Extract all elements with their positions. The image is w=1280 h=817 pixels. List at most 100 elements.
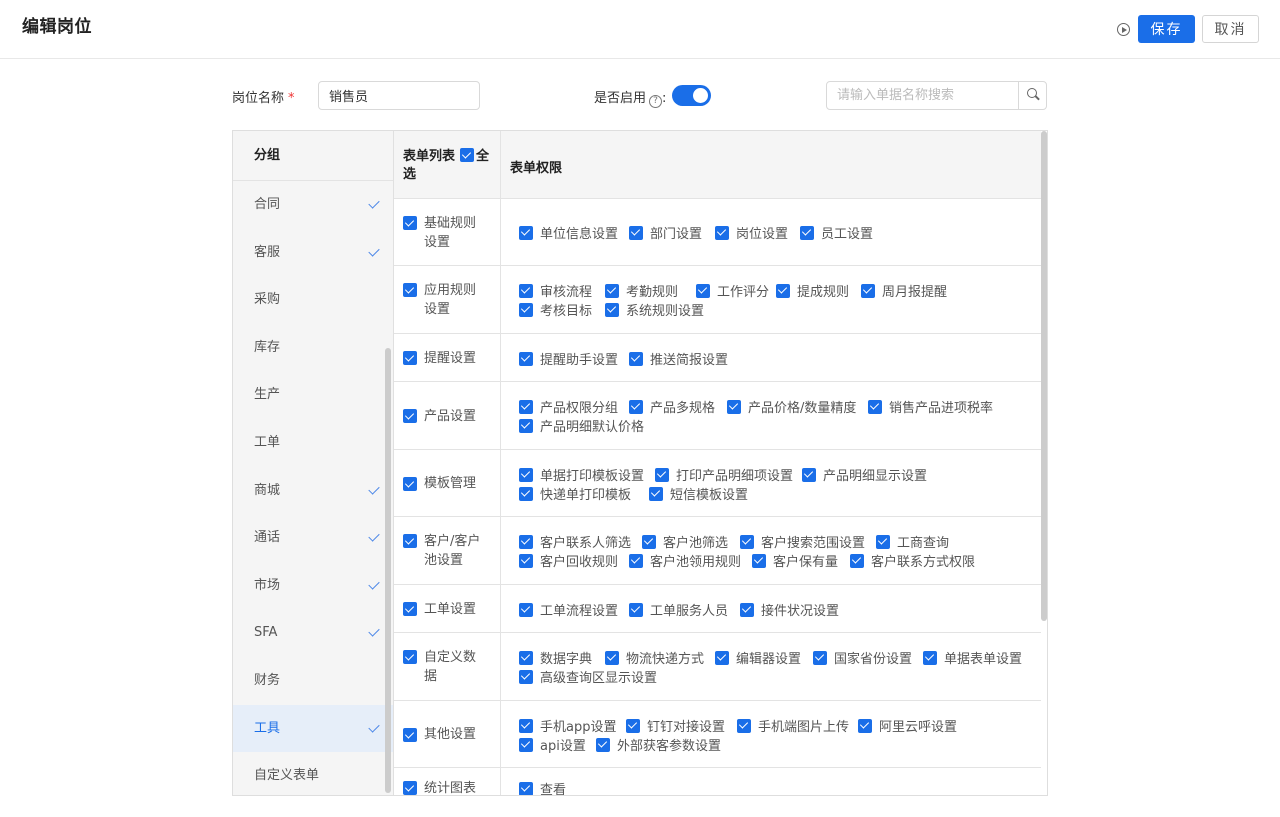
permission-checkbox[interactable] bbox=[629, 553, 643, 568]
permission-checkbox[interactable] bbox=[519, 467, 533, 482]
permission-option[interactable]: 物流快递方式 bbox=[605, 648, 704, 667]
form-checkbox[interactable] bbox=[403, 602, 417, 616]
permission-option[interactable]: 查看 bbox=[519, 779, 566, 795]
permission-checkbox[interactable] bbox=[626, 718, 640, 733]
permission-option[interactable]: 手机端图片上传 bbox=[737, 716, 849, 735]
form-checkbox[interactable] bbox=[403, 283, 417, 297]
permission-checkbox[interactable] bbox=[519, 669, 533, 684]
permission-checkbox[interactable] bbox=[649, 486, 663, 501]
permission-option[interactable]: 手机app设置 bbox=[519, 716, 616, 735]
permission-option[interactable]: 提成规则 bbox=[776, 281, 849, 300]
permission-checkbox[interactable] bbox=[605, 302, 619, 317]
permission-option[interactable]: 工作评分 bbox=[696, 281, 769, 300]
permission-option[interactable]: 工商查询 bbox=[876, 532, 949, 551]
permission-checkbox[interactable] bbox=[727, 399, 741, 414]
sidebar-item[interactable]: 市场 bbox=[233, 562, 393, 610]
permission-checkbox[interactable] bbox=[740, 534, 754, 549]
permission-checkbox[interactable] bbox=[519, 650, 533, 665]
form-checkbox[interactable] bbox=[403, 781, 417, 795]
help-circle-icon[interactable]: ? bbox=[649, 95, 663, 108]
permission-checkbox[interactable] bbox=[715, 650, 729, 665]
permission-checkbox[interactable] bbox=[629, 602, 643, 617]
permission-option[interactable]: 岗位设置 bbox=[715, 223, 788, 242]
permission-checkbox[interactable] bbox=[802, 467, 816, 482]
sidebar-item[interactable]: 通话 bbox=[233, 514, 393, 562]
permission-checkbox[interactable] bbox=[519, 399, 533, 414]
cancel-button[interactable]: 取消 bbox=[1202, 15, 1259, 43]
permission-checkbox[interactable] bbox=[715, 225, 729, 240]
permission-checkbox[interactable] bbox=[519, 486, 533, 501]
permission-option[interactable]: 产品权限分组 bbox=[519, 397, 618, 416]
permission-checkbox[interactable] bbox=[800, 225, 814, 240]
form-checkbox[interactable] bbox=[403, 351, 417, 365]
form-checkbox[interactable] bbox=[403, 650, 417, 664]
form-checkbox[interactable] bbox=[403, 477, 417, 491]
permission-option[interactable]: 编辑器设置 bbox=[715, 648, 801, 667]
permission-option[interactable]: 短信模板设置 bbox=[649, 484, 748, 503]
permission-option[interactable]: 客户保有量 bbox=[752, 551, 838, 570]
permission-checkbox[interactable] bbox=[519, 718, 533, 733]
sidebar-item[interactable]: 客服 bbox=[233, 229, 393, 277]
permission-option[interactable]: 客户回收规则 bbox=[519, 551, 618, 570]
permission-checkbox[interactable] bbox=[655, 467, 669, 482]
permission-option[interactable]: 单据表单设置 bbox=[923, 648, 1022, 667]
permission-checkbox[interactable] bbox=[740, 602, 754, 617]
sidebar-item[interactable]: 采购 bbox=[233, 276, 393, 324]
search-input[interactable] bbox=[827, 82, 1019, 109]
sidebar-item[interactable]: 合同 bbox=[233, 181, 393, 229]
permission-checkbox[interactable] bbox=[519, 602, 533, 617]
sidebar-item[interactable]: 生产 bbox=[233, 371, 393, 419]
permission-option[interactable]: 钉钉对接设置 bbox=[626, 716, 725, 735]
sidebar-item[interactable]: 工具 bbox=[233, 704, 393, 753]
permission-option[interactable]: 客户搜索范围设置 bbox=[740, 532, 865, 551]
permission-checkbox[interactable] bbox=[923, 650, 937, 665]
permission-option[interactable]: 接件状况设置 bbox=[740, 600, 839, 619]
permission-option[interactable]: 打印产品明细项设置 bbox=[655, 465, 793, 484]
permission-checkbox[interactable] bbox=[629, 225, 643, 240]
permission-option[interactable]: 工单服务人员 bbox=[629, 600, 728, 619]
permission-option[interactable]: 产品多规格 bbox=[629, 397, 715, 416]
permission-option[interactable]: 周月报提醒 bbox=[861, 281, 947, 300]
permission-checkbox[interactable] bbox=[850, 553, 864, 568]
permission-checkbox[interactable] bbox=[519, 553, 533, 568]
permission-checkbox[interactable] bbox=[868, 399, 882, 414]
permission-checkbox[interactable] bbox=[696, 283, 710, 298]
permission-checkbox[interactable] bbox=[519, 534, 533, 549]
permission-option[interactable]: 单位信息设置 bbox=[519, 223, 618, 242]
permission-option[interactable]: 国家省份设置 bbox=[813, 648, 912, 667]
permission-option[interactable]: 系统规则设置 bbox=[605, 300, 704, 319]
permission-option[interactable]: 阿里云呼设置 bbox=[858, 716, 957, 735]
sidebar-scrollbar[interactable] bbox=[385, 348, 391, 793]
permission-checkbox[interactable] bbox=[596, 737, 610, 752]
permission-option[interactable]: 产品明细默认价格 bbox=[519, 416, 644, 435]
permission-checkbox[interactable] bbox=[519, 351, 533, 366]
permission-checkbox[interactable] bbox=[629, 351, 643, 366]
sidebar-item[interactable]: SFA bbox=[233, 609, 393, 657]
table-scrollbar[interactable] bbox=[1041, 131, 1047, 621]
position-name-input[interactable] bbox=[318, 81, 480, 110]
permission-option[interactable]: 工单流程设置 bbox=[519, 600, 618, 619]
sidebar-item[interactable]: 商城 bbox=[233, 467, 393, 515]
permission-checkbox[interactable] bbox=[737, 718, 751, 733]
permission-checkbox[interactable] bbox=[605, 283, 619, 298]
permission-option[interactable]: 考勤规则 bbox=[605, 281, 678, 300]
sidebar-item[interactable]: 工单 bbox=[233, 419, 393, 467]
permission-option[interactable]: 审核流程 bbox=[519, 281, 592, 300]
permission-checkbox[interactable] bbox=[519, 283, 533, 298]
sidebar-item[interactable]: 库存 bbox=[233, 324, 393, 372]
permission-option[interactable]: 客户池筛选 bbox=[642, 532, 728, 551]
permission-checkbox[interactable] bbox=[858, 718, 872, 733]
permission-option[interactable]: 单据打印模板设置 bbox=[519, 465, 644, 484]
enable-toggle[interactable] bbox=[672, 85, 711, 106]
permission-checkbox[interactable] bbox=[776, 283, 790, 298]
select-all-checkbox[interactable] bbox=[460, 148, 475, 162]
permission-checkbox[interactable] bbox=[752, 553, 766, 568]
permission-option[interactable]: 外部获客参数设置 bbox=[596, 735, 721, 754]
search-button[interactable] bbox=[1020, 82, 1046, 109]
permission-option[interactable]: 高级查询区显示设置 bbox=[519, 667, 657, 686]
sidebar-item[interactable]: 财务 bbox=[233, 657, 393, 705]
play-circle-icon[interactable] bbox=[1117, 23, 1130, 36]
permission-checkbox[interactable] bbox=[519, 225, 533, 240]
permission-option[interactable]: 销售产品进项税率 bbox=[868, 397, 993, 416]
permission-checkbox[interactable] bbox=[813, 650, 827, 665]
